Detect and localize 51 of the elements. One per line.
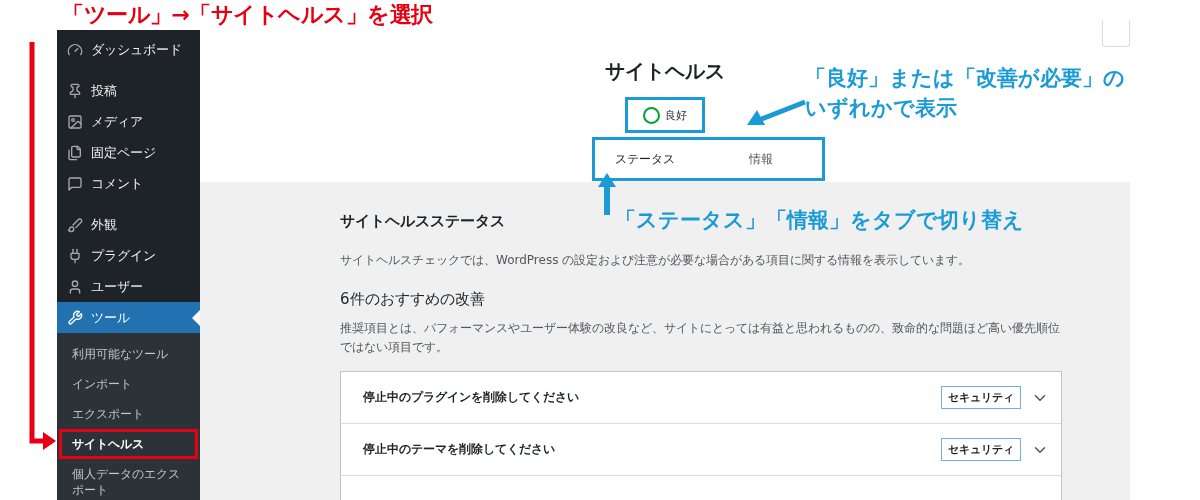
sidebar-item[interactable]: 外観: [57, 209, 200, 240]
category-tag: セキュリティ: [941, 438, 1021, 461]
submenu-item[interactable]: 利用可能なツール: [59, 339, 198, 369]
sidebar-item-label: コメント: [91, 174, 143, 193]
image-icon: [67, 113, 83, 130]
pages-icon: [67, 144, 83, 161]
annotation-note: 「良好」または「改善が必要」の いずれかで表示: [805, 65, 1125, 122]
tab[interactable]: ステータス: [615, 150, 675, 168]
sidebar-item[interactable]: ユーザー: [57, 271, 200, 302]
section-description: サイトヘルスチェックでは、WordPress の設定および注意が必要な場合がある項目に関する情報を表示しています。: [340, 252, 972, 269]
brush-icon: [67, 216, 83, 233]
submenu-item[interactable]: サイトヘルス: [59, 429, 198, 459]
issue-title: 停止中のテーマを削除してください: [363, 441, 556, 458]
sidebar-item-label: プラグイン: [91, 246, 156, 265]
status-label: 良好: [665, 107, 687, 123]
category-tag: セキュリティ: [941, 386, 1021, 409]
sidebar-item-label: ダッシュボード: [91, 40, 182, 59]
page-title: サイトヘルス: [605, 58, 725, 85]
submenu-item[interactable]: インポート: [59, 369, 198, 399]
sidebar-item[interactable]: 固定ページ: [57, 137, 200, 168]
pin-icon: [67, 82, 83, 99]
sidebar-item[interactable]: ツール: [57, 302, 200, 333]
sidebar-item[interactable]: 投稿: [57, 75, 200, 106]
submenu-item[interactable]: 個人データのエクスポート: [59, 459, 198, 500]
sidebar-item-label: 固定ページ: [91, 143, 156, 162]
sidebar-item-label: メディア: [91, 112, 143, 131]
annotation-note: 「ステータス」「情報」をタブで切り替え: [615, 207, 1024, 234]
sidebar-item[interactable]: ダッシュボード: [57, 34, 200, 65]
sidebar-item-label: 外観: [91, 215, 117, 234]
section-heading: サイトヘルスステータス: [340, 212, 505, 231]
sidebar-item[interactable]: プラグイン: [57, 240, 200, 271]
sidebar-item-label: 投稿: [91, 81, 117, 100]
status-ring-icon: [643, 106, 660, 124]
comment-icon: [67, 175, 83, 192]
annotation-label: 「ツール」→「サイトヘルス」を選択: [62, 1, 433, 29]
sidebar-item-label: ユーザー: [91, 277, 143, 296]
annotation-arrow: [747, 99, 806, 125]
issue-row[interactable]: 停止中のテーマを削除してください セキュリティ: [341, 424, 1061, 476]
sidebar-item[interactable]: メディア: [57, 106, 200, 137]
issue-title: 停止中のプラグインを削除してください: [363, 389, 580, 406]
sidebar-item-label: ツール: [91, 308, 130, 327]
plug-icon: [67, 247, 83, 264]
wrench-icon: [67, 309, 83, 326]
tab[interactable]: 情報: [749, 150, 773, 168]
user-icon: [67, 278, 83, 295]
subsection-heading: 6件のおすすめの改善: [340, 290, 486, 309]
issue-row[interactable]: 停止中のプラグインを削除してください セキュリティ: [341, 372, 1061, 424]
subsection-description: 推奨項目とは、パフォーマンスやユーザー体験の改良など、サイトにとっては有益と思われるものの、致命的な問題ほど高い優先順位ではない項目です。: [340, 320, 1060, 356]
gauge-icon: [67, 41, 83, 58]
submenu-item[interactable]: エクスポート: [59, 399, 198, 429]
sidebar-item[interactable]: コメント: [57, 168, 200, 199]
